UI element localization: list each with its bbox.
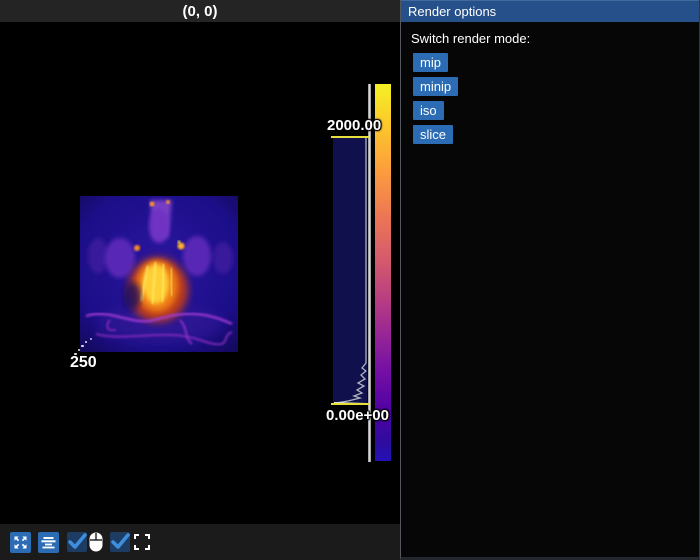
slider-track-line bbox=[368, 84, 371, 462]
histogram-curve bbox=[333, 138, 367, 405]
marker-dot bbox=[78, 349, 80, 351]
expand-arrows-icon bbox=[14, 536, 27, 549]
check-icon bbox=[66, 532, 88, 552]
app-window: (0, 0) bbox=[0, 0, 700, 560]
fullscreen-label[interactable] bbox=[134, 534, 150, 550]
mode-button-minip[interactable]: minip bbox=[413, 77, 458, 96]
viewport-toolbar bbox=[0, 524, 400, 560]
mouse-interaction-label[interactable] bbox=[89, 532, 103, 552]
gaussian-bottom-line bbox=[331, 403, 369, 405]
shadow-checkbox[interactable] bbox=[67, 532, 87, 552]
panel-body: Switch render mode: mip minip iso slice bbox=[401, 22, 699, 156]
histogram-box[interactable] bbox=[333, 138, 367, 405]
levels-icon bbox=[41, 536, 56, 549]
mode-button-iso[interactable]: iso bbox=[413, 101, 444, 120]
render-options-panel: Render options Switch render mode: mip m… bbox=[400, 0, 700, 560]
mouse-icon bbox=[89, 532, 103, 552]
viewport-title: (0, 0) bbox=[0, 0, 400, 22]
check-icon bbox=[109, 532, 131, 552]
reset-camera-button[interactable] bbox=[10, 532, 31, 553]
marker-dot bbox=[81, 345, 84, 347]
mode-button-mip[interactable]: mip bbox=[413, 53, 448, 72]
axis-tick-label: 250 bbox=[70, 354, 97, 372]
range-min-label: 0.00e+00 bbox=[326, 407, 389, 424]
fullscreen-corners-icon bbox=[134, 534, 150, 550]
range-max-label: 2000.00 bbox=[327, 117, 381, 134]
colormap-gradient-bar bbox=[375, 84, 391, 461]
render-view-panel: (0, 0) bbox=[0, 0, 400, 560]
volume-viewport[interactable]: 250 2000.00 0.00e+00 bbox=[0, 22, 400, 524]
marker-dot bbox=[85, 341, 87, 343]
marker-dot bbox=[90, 338, 92, 340]
colormap-preset-button[interactable] bbox=[38, 532, 59, 553]
panel-header: Render options bbox=[401, 0, 699, 22]
render-mode-prompt: Switch render mode: bbox=[411, 31, 689, 46]
volume-rendering[interactable] bbox=[80, 196, 238, 352]
mode-button-slice[interactable]: slice bbox=[413, 125, 453, 144]
fullscreen-checkbox[interactable] bbox=[110, 532, 130, 552]
volume-mip-image bbox=[80, 196, 238, 352]
